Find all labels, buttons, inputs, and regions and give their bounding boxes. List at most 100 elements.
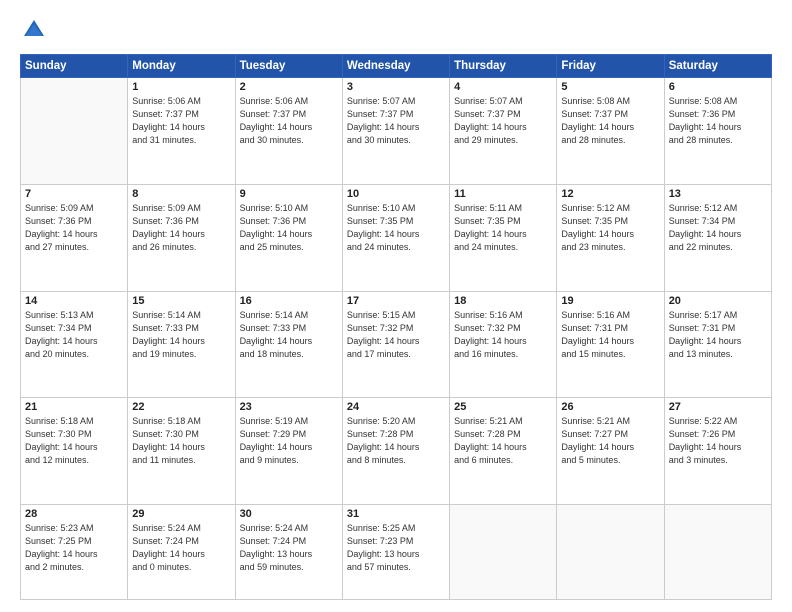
day-info: Sunrise: 5:20 AM Sunset: 7:28 PM Dayligh…: [347, 415, 445, 467]
day-number: 26: [561, 401, 659, 413]
calendar-cell: 8 Sunrise: 5:09 AM Sunset: 7:36 PM Daylig…: [128, 184, 235, 291]
day-info: Sunrise: 5:24 AM Sunset: 7:24 PM Dayligh…: [240, 522, 338, 574]
calendar-cell: 19 Sunrise: 5:16 AM Sunset: 7:31 PM Dayli…: [557, 291, 664, 398]
day-number: 19: [561, 295, 659, 307]
day-info: Sunrise: 5:15 AM Sunset: 7:32 PM Dayligh…: [347, 309, 445, 361]
calendar-cell: 7 Sunrise: 5:09 AM Sunset: 7:36 PM Daylig…: [21, 184, 128, 291]
day-info: Sunrise: 5:21 AM Sunset: 7:28 PM Dayligh…: [454, 415, 552, 467]
calendar-cell: 27Sunrise: 5:22 AM Sunset: 7:26 PM Dayli…: [664, 398, 771, 505]
day-info: Sunrise: 5:09 AM Sunset: 7:36 PM Dayligh…: [25, 202, 123, 254]
day-number: 29: [132, 508, 230, 520]
day-info: Sunrise: 5:14 AM Sunset: 7:33 PM Dayligh…: [240, 309, 338, 361]
day-number: 1: [132, 81, 230, 93]
day-number: 8: [132, 188, 230, 200]
calendar-cell: 11Sunrise: 5:11 AM Sunset: 7:35 PM Dayli…: [450, 184, 557, 291]
day-number: 23: [240, 401, 338, 413]
day-number: 17: [347, 295, 445, 307]
day-info: Sunrise: 5:19 AM Sunset: 7:29 PM Dayligh…: [240, 415, 338, 467]
day-number: 24: [347, 401, 445, 413]
calendar-cell: 10 Sunrise: 5:10 AM Sunset: 7:35 PM Dayli…: [342, 184, 449, 291]
calendar-header-wednesday: Wednesday: [342, 55, 449, 78]
day-number: 5: [561, 81, 659, 93]
day-info: Sunrise: 5:08 AM Sunset: 7:36 PM Dayligh…: [669, 95, 767, 147]
logo: [20, 16, 52, 44]
calendar-cell: 23 Sunrise: 5:19 AM Sunset: 7:29 PM Dayli…: [235, 398, 342, 505]
calendar-cell: [450, 505, 557, 600]
day-number: 30: [240, 508, 338, 520]
calendar-header-friday: Friday: [557, 55, 664, 78]
day-info: Sunrise: 5:07 AM Sunset: 7:37 PM Dayligh…: [347, 95, 445, 147]
calendar-cell: 2 Sunrise: 5:06 AM Sunset: 7:37 PM Daylig…: [235, 78, 342, 185]
day-number: 7: [25, 188, 123, 200]
day-number: 27: [669, 401, 767, 413]
day-number: 13: [669, 188, 767, 200]
day-info: Sunrise: 5:08 AM Sunset: 7:37 PM Dayligh…: [561, 95, 659, 147]
day-number: 31: [347, 508, 445, 520]
day-info: Sunrise: 5:18 AM Sunset: 7:30 PM Dayligh…: [132, 415, 230, 467]
calendar-week-1: 1 Sunrise: 5:06 AM Sunset: 7:37 PM Daylig…: [21, 78, 772, 185]
calendar-cell: 13 Sunrise: 5:12 AM Sunset: 7:34 PM Dayli…: [664, 184, 771, 291]
day-info: Sunrise: 5:17 AM Sunset: 7:31 PM Dayligh…: [669, 309, 767, 361]
calendar-table: SundayMondayTuesdayWednesdayThursdayFrid…: [20, 54, 772, 600]
page: SundayMondayTuesdayWednesdayThursdayFrid…: [0, 0, 792, 612]
day-info: Sunrise: 5:16 AM Sunset: 7:31 PM Dayligh…: [561, 309, 659, 361]
calendar-cell: 28 Sunrise: 5:23 AM Sunset: 7:25 PM Dayli…: [21, 505, 128, 600]
day-number: 11: [454, 188, 552, 200]
calendar-cell: 4Sunrise: 5:07 AM Sunset: 7:37 PM Daylig…: [450, 78, 557, 185]
day-info: Sunrise: 5:25 AM Sunset: 7:23 PM Dayligh…: [347, 522, 445, 574]
calendar-cell: 20Sunrise: 5:17 AM Sunset: 7:31 PM Dayli…: [664, 291, 771, 398]
day-info: Sunrise: 5:07 AM Sunset: 7:37 PM Dayligh…: [454, 95, 552, 147]
day-number: 10: [347, 188, 445, 200]
day-info: Sunrise: 5:18 AM Sunset: 7:30 PM Dayligh…: [25, 415, 123, 467]
calendar-cell: 17 Sunrise: 5:15 AM Sunset: 7:32 PM Dayli…: [342, 291, 449, 398]
calendar-cell: 3 Sunrise: 5:07 AM Sunset: 7:37 PM Daylig…: [342, 78, 449, 185]
day-number: 28: [25, 508, 123, 520]
day-info: Sunrise: 5:12 AM Sunset: 7:35 PM Dayligh…: [561, 202, 659, 254]
day-info: Sunrise: 5:13 AM Sunset: 7:34 PM Dayligh…: [25, 309, 123, 361]
calendar-cell: [664, 505, 771, 600]
day-number: 22: [132, 401, 230, 413]
day-info: Sunrise: 5:06 AM Sunset: 7:37 PM Dayligh…: [240, 95, 338, 147]
day-info: Sunrise: 5:10 AM Sunset: 7:36 PM Dayligh…: [240, 202, 338, 254]
calendar-cell: [557, 505, 664, 600]
calendar-cell: 24 Sunrise: 5:20 AM Sunset: 7:28 PM Dayli…: [342, 398, 449, 505]
calendar-cell: 25 Sunrise: 5:21 AM Sunset: 7:28 PM Dayli…: [450, 398, 557, 505]
calendar-header-thursday: Thursday: [450, 55, 557, 78]
day-info: Sunrise: 5:21 AM Sunset: 7:27 PM Dayligh…: [561, 415, 659, 467]
day-info: Sunrise: 5:23 AM Sunset: 7:25 PM Dayligh…: [25, 522, 123, 574]
day-number: 15: [132, 295, 230, 307]
day-number: 6: [669, 81, 767, 93]
calendar-cell: 6 Sunrise: 5:08 AM Sunset: 7:36 PM Daylig…: [664, 78, 771, 185]
day-info: Sunrise: 5:12 AM Sunset: 7:34 PM Dayligh…: [669, 202, 767, 254]
day-number: 21: [25, 401, 123, 413]
calendar-cell: 21 Sunrise: 5:18 AM Sunset: 7:30 PM Dayli…: [21, 398, 128, 505]
calendar-cell: 5 Sunrise: 5:08 AM Sunset: 7:37 PM Daylig…: [557, 78, 664, 185]
day-info: Sunrise: 5:14 AM Sunset: 7:33 PM Dayligh…: [132, 309, 230, 361]
day-number: 3: [347, 81, 445, 93]
calendar-cell: 1Sunrise: 5:06 AM Sunset: 7:37 PM Daylig…: [128, 78, 235, 185]
calendar-header-tuesday: Tuesday: [235, 55, 342, 78]
calendar-cell: 15 Sunrise: 5:14 AM Sunset: 7:33 PM Dayli…: [128, 291, 235, 398]
day-info: Sunrise: 5:24 AM Sunset: 7:24 PM Dayligh…: [132, 522, 230, 574]
calendar-cell: 30 Sunrise: 5:24 AM Sunset: 7:24 PM Dayli…: [235, 505, 342, 600]
calendar-cell: 29 Sunrise: 5:24 AM Sunset: 7:24 PM Dayli…: [128, 505, 235, 600]
day-number: 9: [240, 188, 338, 200]
day-number: 25: [454, 401, 552, 413]
calendar-header-row: SundayMondayTuesdayWednesdayThursdayFrid…: [21, 55, 772, 78]
day-info: Sunrise: 5:10 AM Sunset: 7:35 PM Dayligh…: [347, 202, 445, 254]
day-number: 12: [561, 188, 659, 200]
day-info: Sunrise: 5:16 AM Sunset: 7:32 PM Dayligh…: [454, 309, 552, 361]
calendar-cell: 18 Sunrise: 5:16 AM Sunset: 7:32 PM Dayli…: [450, 291, 557, 398]
header: [20, 16, 772, 44]
day-number: 2: [240, 81, 338, 93]
calendar-cell: 12 Sunrise: 5:12 AM Sunset: 7:35 PM Dayli…: [557, 184, 664, 291]
day-info: Sunrise: 5:09 AM Sunset: 7:36 PM Dayligh…: [132, 202, 230, 254]
day-number: 14: [25, 295, 123, 307]
day-number: 18: [454, 295, 552, 307]
calendar-header-monday: Monday: [128, 55, 235, 78]
day-number: 16: [240, 295, 338, 307]
calendar-cell: 26 Sunrise: 5:21 AM Sunset: 7:27 PM Dayli…: [557, 398, 664, 505]
calendar-cell: [21, 78, 128, 185]
calendar-week-4: 21 Sunrise: 5:18 AM Sunset: 7:30 PM Dayli…: [21, 398, 772, 505]
calendar-header-sunday: Sunday: [21, 55, 128, 78]
